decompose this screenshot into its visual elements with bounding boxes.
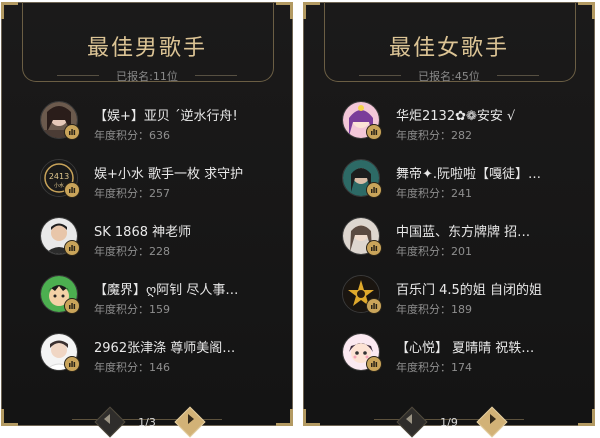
- svg-text:小水: 小水: [54, 182, 64, 189]
- rank-badge-icon: [366, 356, 382, 372]
- corner-ornament: [303, 2, 320, 19]
- rank-badge-icon: [64, 356, 80, 372]
- list-item[interactable]: 2962张津涤 尊师美阁… 年度积分：146: [2, 329, 292, 387]
- page-indicator: 1/9: [440, 416, 458, 429]
- singer-name[interactable]: 2962张津涤 尊师美阁…: [94, 337, 235, 356]
- corner-ornament: [276, 2, 293, 19]
- page-indicator: 1/3: [138, 416, 156, 429]
- panel-title: 最佳女歌手: [388, 36, 509, 61]
- annual-score: 年度积分：174: [396, 361, 472, 374]
- list-item[interactable]: 舞帝✦.阮啦啦【嘎徒】… 年度积分：241: [304, 155, 594, 213]
- annual-score: 年度积分：228: [94, 245, 170, 258]
- list-item[interactable]: 2413 小水 娱+小水 歌手一枚 求守护 年度积分：257: [2, 155, 292, 213]
- annual-score: 年度积分：159: [94, 303, 170, 316]
- annual-score: 年度积分：282: [396, 129, 472, 142]
- pagination: 1/9: [304, 406, 594, 438]
- chevron-right-icon: [490, 414, 496, 424]
- rank-badge-icon: [366, 182, 382, 198]
- corner-ornament: [578, 2, 595, 19]
- svg-text:2413: 2413: [49, 172, 69, 181]
- rank-badge-icon: [64, 240, 80, 256]
- list-item[interactable]: 百乐门 4.5的姐 自闭的姐 年度积分：189: [304, 271, 594, 329]
- pagination: 1/3: [2, 406, 292, 438]
- list-item[interactable]: SK 1868 神老师 年度积分：228: [2, 213, 292, 271]
- annual-score: 年度积分：257: [94, 187, 170, 200]
- annual-score: 年度积分：241: [396, 187, 472, 200]
- singer-name[interactable]: SK 1868 神老师: [94, 221, 191, 240]
- singer-name[interactable]: 【魔界】ღ阿钊 尽人事…: [94, 279, 238, 298]
- list-item[interactable]: 【心悦】 夏晴晴 祝轶… 年度积分：174: [304, 329, 594, 387]
- rank-badge-icon: [64, 298, 80, 314]
- rank-badge-icon: [64, 182, 80, 198]
- singer-name[interactable]: 百乐门 4.5的姐 自闭的姐: [396, 279, 542, 298]
- chevron-right-icon: [188, 414, 194, 424]
- singer-name[interactable]: 中国蓝、东方牌牌 招…: [396, 221, 530, 240]
- annual-score: 年度积分：636: [94, 129, 170, 142]
- panel-title: 最佳男歌手: [86, 36, 207, 61]
- best-male-singer-panel: 最佳男歌手 已报名:11位 【娱+】亚贝 ˊ逆水行舟! 年度积分：636 241…: [1, 2, 293, 438]
- annual-score: 年度积分：146: [94, 361, 170, 374]
- registered-count: 已报名:11位: [116, 70, 178, 83]
- rank-badge-icon: [64, 124, 80, 140]
- rank-badge-icon: [366, 298, 382, 314]
- rank-badge-icon: [366, 124, 382, 140]
- list-item[interactable]: 华炬2132✿❁安安 √ 年度积分：282: [304, 97, 594, 155]
- singer-name[interactable]: 【心悦】 夏晴晴 祝轶…: [396, 337, 534, 356]
- rank-badge-icon: [366, 240, 382, 256]
- singer-name[interactable]: 【娱+】亚贝 ˊ逆水行舟!: [94, 105, 238, 124]
- list-item[interactable]: 【娱+】亚贝 ˊ逆水行舟! 年度积分：636: [2, 97, 292, 155]
- annual-score: 年度积分：189: [396, 303, 472, 316]
- list-item[interactable]: 中国蓝、东方牌牌 招… 年度积分：201: [304, 213, 594, 271]
- singer-name[interactable]: 娱+小水 歌手一枚 求守护: [94, 163, 243, 182]
- list-item[interactable]: 【魔界】ღ阿钊 尽人事… 年度积分：159: [2, 271, 292, 329]
- singer-name[interactable]: 舞帝✦.阮啦啦【嘎徒】…: [396, 163, 541, 182]
- singer-name[interactable]: 华炬2132✿❁安安 √: [396, 105, 515, 124]
- annual-score: 年度积分：201: [396, 245, 472, 258]
- best-female-singer-panel: 最佳女歌手 已报名:45位 华炬2132✿❁安安 √ 年度积分：282 舞帝✦.…: [303, 2, 595, 438]
- corner-ornament: [1, 2, 18, 19]
- registered-count: 已报名:45位: [418, 70, 480, 83]
